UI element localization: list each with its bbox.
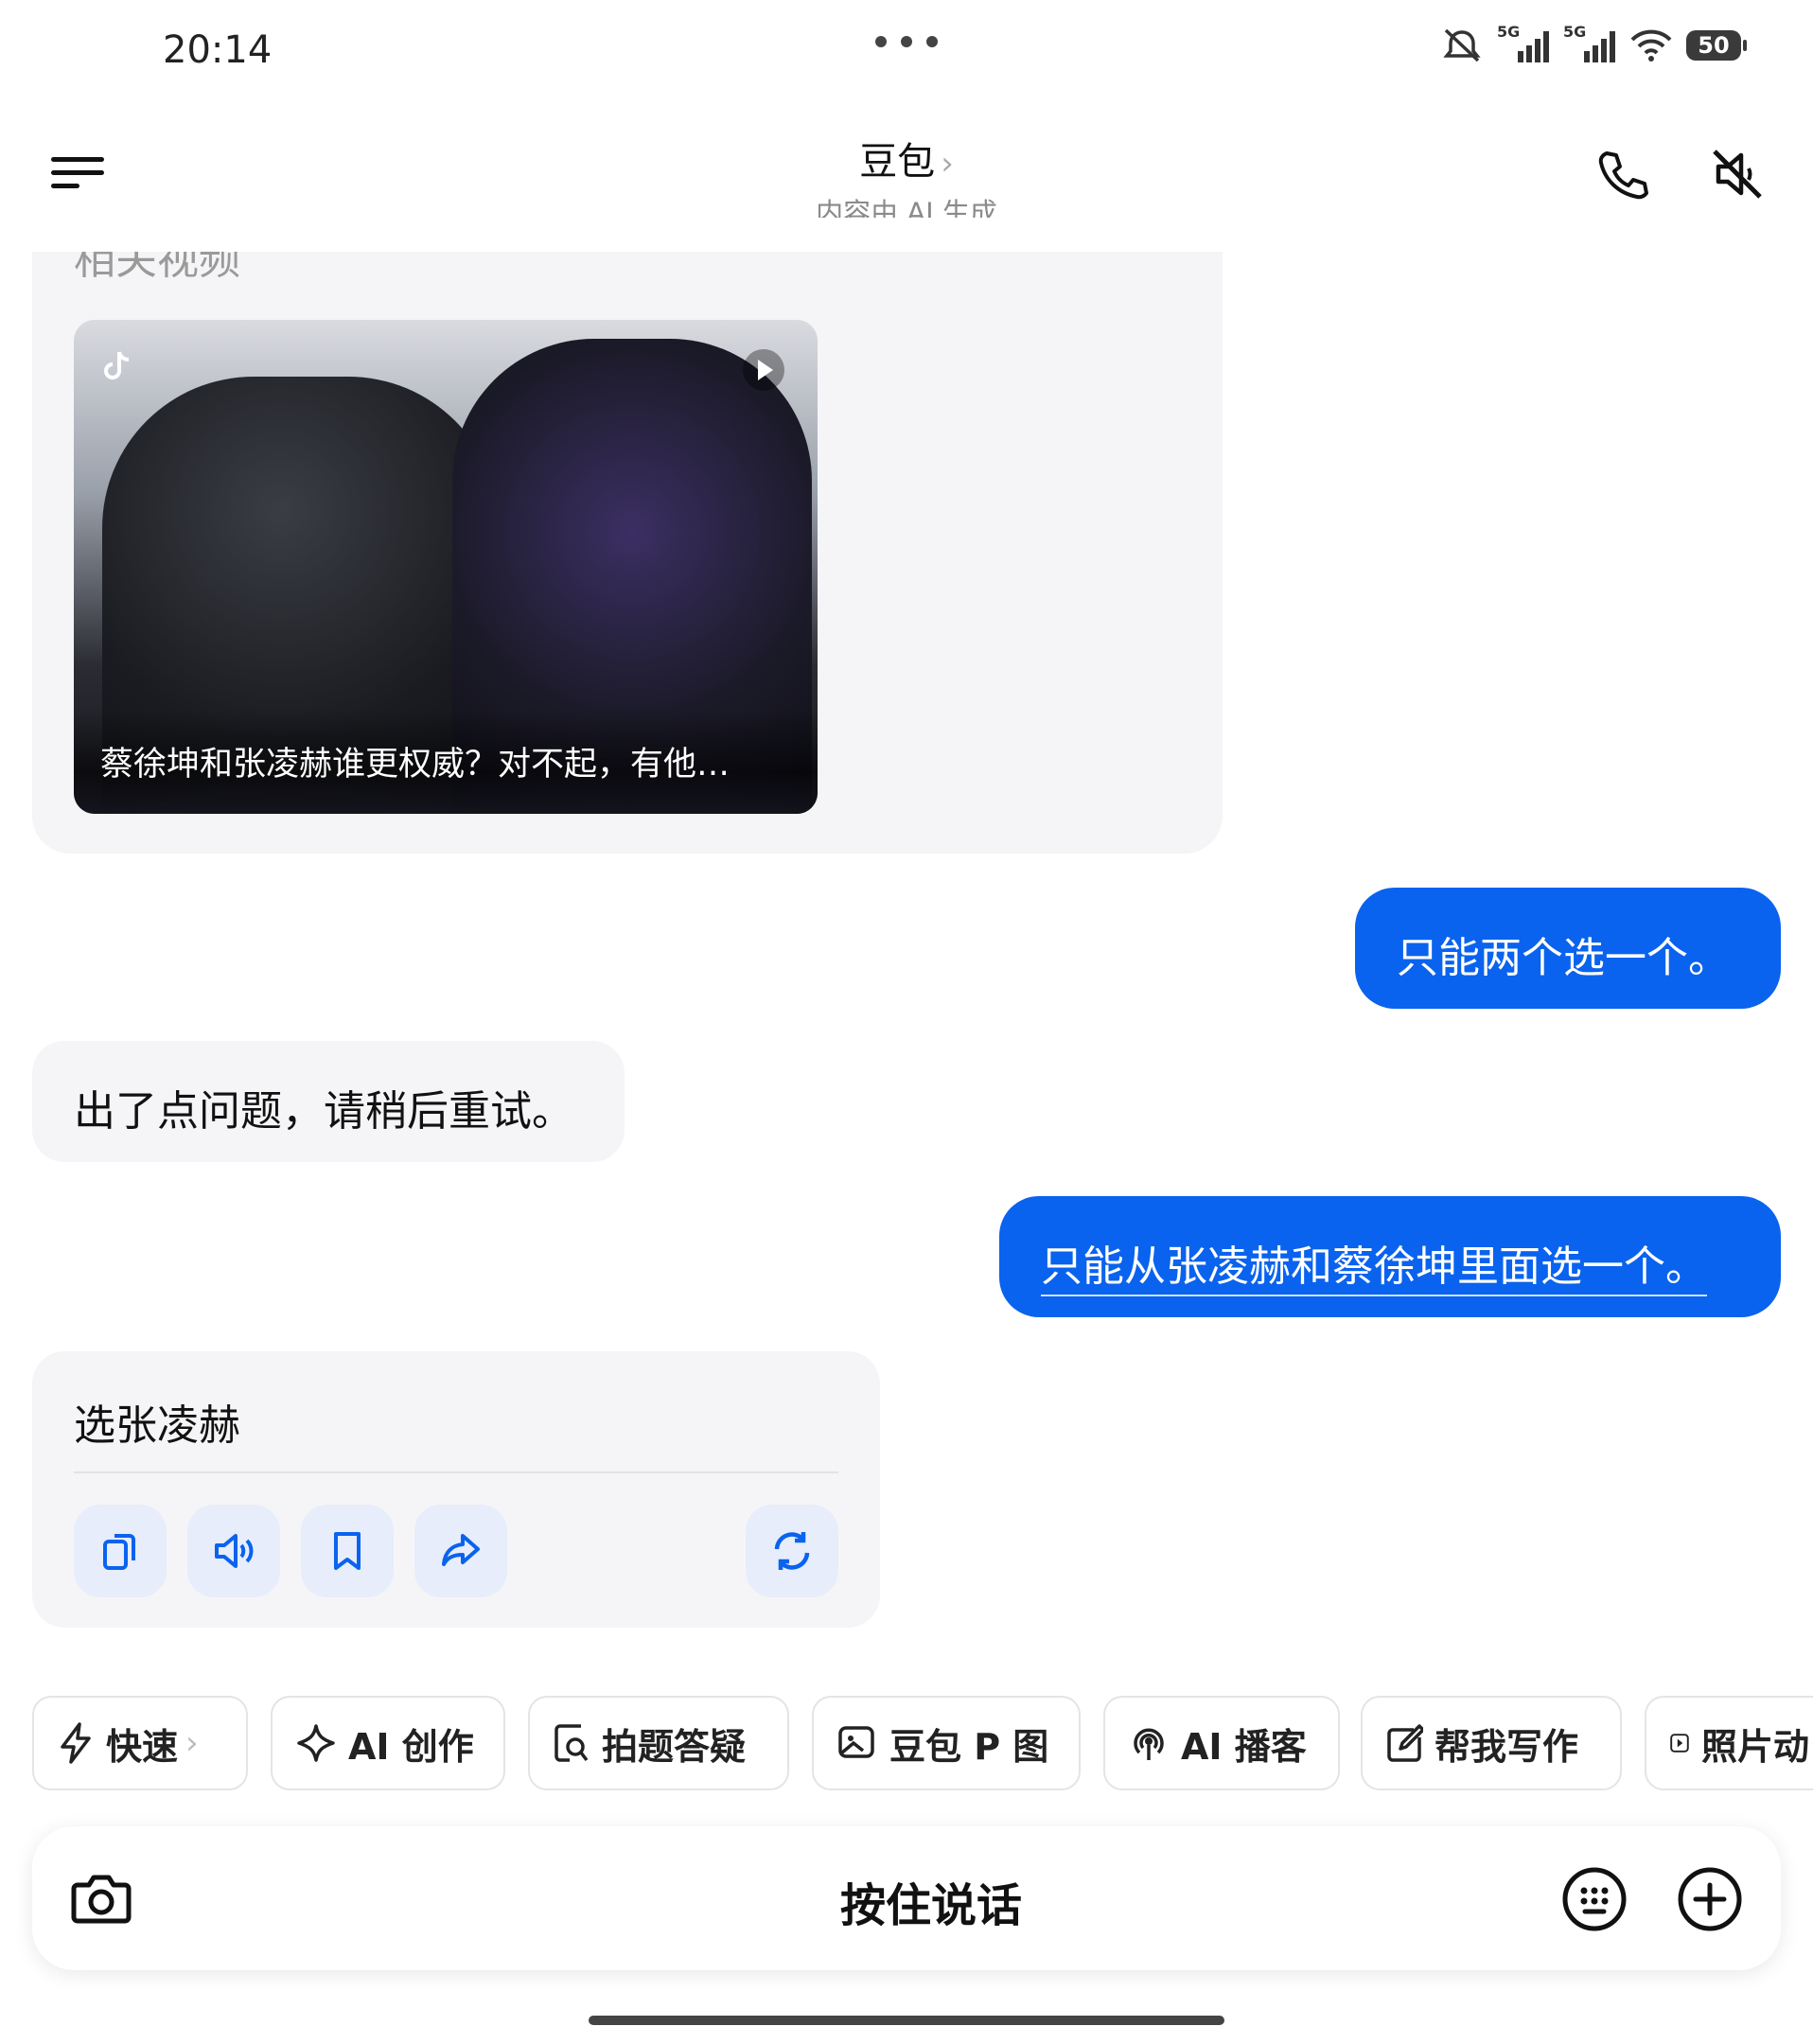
chat-header[interactable]: 豆包 › 内容由 AI 生成 bbox=[717, 131, 1096, 231]
assistant-message[interactable]: 出了点问题，请稍后重试。 bbox=[32, 1041, 625, 1162]
page-title[interactable]: 豆包 bbox=[859, 140, 935, 184]
copy-button[interactable] bbox=[74, 1505, 167, 1597]
chip-help-write[interactable]: 帮我写作 bbox=[1361, 1696, 1622, 1790]
user-message[interactable]: 只能从张凌赫和蔡徐坤里面选一个。 bbox=[999, 1196, 1781, 1317]
video-caption-overlay: 蔡徐坤和张凌赫谁更权威？对不起，有他… bbox=[74, 710, 818, 814]
phone-call-icon[interactable] bbox=[1593, 146, 1650, 203]
video-thumbnail[interactable]: 蔡徐坤和张凌赫谁更权威？对不起，有他… bbox=[74, 320, 818, 814]
bolt-icon bbox=[61, 1722, 91, 1764]
bookmark-icon bbox=[334, 1532, 361, 1570]
chevron-right-icon: › bbox=[185, 1724, 199, 1762]
chip-image-edit[interactable]: 豆包 P 图 bbox=[812, 1696, 1081, 1790]
speaker-icon bbox=[215, 1534, 254, 1568]
user-message[interactable]: 只能两个选一个。 bbox=[1355, 888, 1781, 1009]
plus-icon[interactable] bbox=[1677, 1866, 1743, 1932]
home-indicator[interactable] bbox=[589, 2016, 1224, 2025]
video-caption: 蔡徐坤和张凌赫谁更权威？对不起，有他… bbox=[100, 746, 730, 784]
hold-to-talk-button[interactable]: 按住说话 bbox=[600, 1868, 1262, 1932]
chip-photo-question[interactable]: 拍题答疑 bbox=[528, 1696, 789, 1790]
save-button[interactable] bbox=[301, 1505, 394, 1597]
chip-ai-podcast[interactable]: AI 播客 bbox=[1103, 1696, 1340, 1790]
header-fade bbox=[0, 218, 1813, 252]
image-edit-icon bbox=[838, 1726, 874, 1758]
wifi-icon bbox=[1630, 29, 1672, 62]
camera-icon[interactable] bbox=[70, 1870, 132, 1927]
chip-photo-animate[interactable]: 照片动 bbox=[1645, 1696, 1813, 1790]
more-dots-icon[interactable] bbox=[875, 36, 938, 51]
input-bar: 按住说话 bbox=[32, 1826, 1781, 1970]
mute-icon bbox=[1443, 28, 1481, 62]
status-icons: 5G 5G 50 bbox=[1440, 23, 1747, 64]
tiktok-logo-icon bbox=[104, 351, 130, 379]
battery-icon: 50 bbox=[1686, 30, 1747, 61]
5g-signal-icon: 5G bbox=[1563, 23, 1616, 64]
read-aloud-button[interactable] bbox=[187, 1505, 280, 1597]
divider bbox=[74, 1471, 838, 1473]
play-icon[interactable] bbox=[742, 348, 785, 392]
chip-fast[interactable]: 快速 › bbox=[32, 1696, 248, 1790]
copy-icon bbox=[103, 1534, 135, 1570]
regenerate-icon bbox=[774, 1532, 810, 1570]
5g-signal-icon: 5G bbox=[1497, 23, 1550, 64]
speaker-mute-icon[interactable] bbox=[1709, 146, 1766, 203]
sparkle-icon bbox=[297, 1724, 335, 1762]
status-time: 20:14 bbox=[163, 28, 273, 72]
podcast-icon bbox=[1134, 1728, 1164, 1760]
write-icon bbox=[1387, 1724, 1423, 1762]
chevron-right-icon: › bbox=[941, 145, 954, 183]
chip-ai-create[interactable]: AI 创作 bbox=[271, 1696, 505, 1790]
share-icon bbox=[442, 1534, 480, 1566]
regenerate-button[interactable] bbox=[746, 1505, 838, 1597]
scan-question-icon bbox=[554, 1724, 589, 1762]
assistant-message[interactable]: 选张凌赫 bbox=[32, 1351, 880, 1628]
share-button[interactable] bbox=[414, 1505, 507, 1597]
play-square-icon bbox=[1670, 1734, 1689, 1753]
keyboard-icon[interactable] bbox=[1561, 1866, 1628, 1932]
menu-icon[interactable] bbox=[51, 157, 108, 188]
